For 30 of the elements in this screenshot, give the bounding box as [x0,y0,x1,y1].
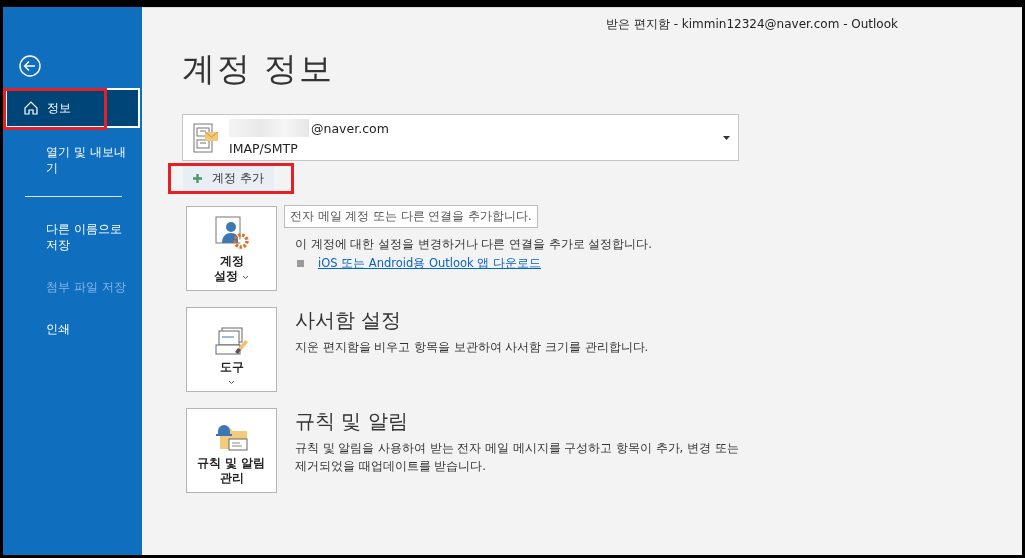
tooltip: 전자 메일 계정 또는 다른 연결을 추가합니다. [284,205,538,228]
section-description: 지운 편지함을 비우고 항목을 보관하여 사서함 크기를 관리합니다. [295,339,650,356]
add-account-button[interactable]: 계정 추가 [183,166,274,191]
sidebar-item[interactable]: 정보 [5,88,140,128]
account-settings-icon [214,216,249,250]
section-tile-button[interactable]: 도구 [186,307,277,392]
section-tile-button[interactable]: 규칙 및 알림 관리 [186,408,277,493]
mailbox-cleanup-icon [214,326,249,356]
mail-cabinet-icon [193,122,219,153]
section-description: 이 계정에 대한 설정을 변경하거나 다른 연결을 추가로 설정합니다. [295,236,653,253]
sidebar-item[interactable]: 다른 이름으로 저장 [5,221,140,253]
caret-icon [228,380,235,385]
page-heading: 계정 정보 [182,48,336,90]
plus-icon [193,174,202,183]
home-icon [23,100,39,116]
bullet-icon [297,260,304,267]
account-type: IMAP/SMTP [229,141,299,156]
section-heading: 규칙 및 알림 [295,408,409,435]
section-description: 규칙 및 알림을 사용하여 받는 전자 메일 메시지를 구성하고 항목이 추가, 변경 또는 제거되었을 때업데이트를 받습니다. [295,440,740,475]
section-tile-button[interactable]: 계정 설정 [186,206,277,291]
sidebar-item[interactable]: 인쇄 [5,321,140,337]
window-title: 받은 편지함 - kimmin12324@naver.com - Outlook [606,16,898,33]
download-link[interactable]: iOS 또는 Android용 Outlook 앱 다운로드 [318,256,542,271]
account-email: @naver.com [311,120,389,136]
section-heading: 사서함 설정 [295,307,403,334]
account-selector[interactable]: @naver.com IMAP/SMTP [182,114,739,161]
dropdown-arrow-icon [723,135,730,140]
sidebar-item[interactable]: 열기 및 내보내기 [5,144,140,176]
back-button[interactable] [19,55,41,77]
caret-icon [242,275,249,280]
